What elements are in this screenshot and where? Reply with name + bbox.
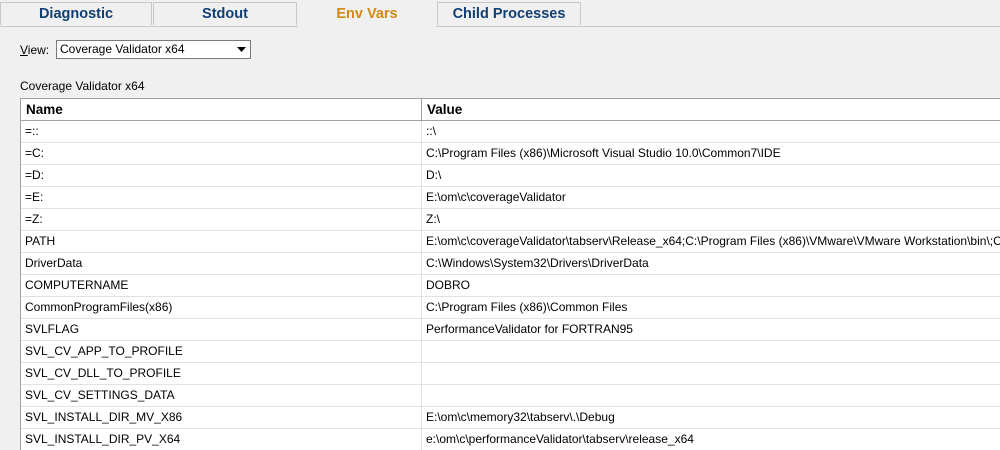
row-value: C:\Windows\System32\Drivers\DriverData [426,256,649,270]
row-value: E:\om\c\coverageValidator [426,190,566,204]
row-value: ::\ [426,124,437,138]
env-vars-table: Name Value =::::\ =C:C:\Program Files (x… [20,98,1000,450]
row-name: =E: [21,187,422,208]
row-value: E:\om\c\coverageValidator\tabserv\Releas… [426,234,1000,248]
row-name: SVL_CV_DLL_TO_PROFILE [21,363,422,384]
tab-stdout[interactable]: Stdout [153,2,297,25]
table-row[interactable]: SVL_INSTALL_DIR_PV_X64 e:\om\c\performanc… [21,429,1000,450]
table-row[interactable]: =D: D:\ [21,165,1000,187]
row-value [422,341,1000,362]
tab-env-vars[interactable]: Env Vars [298,0,436,27]
row-value: E:\om\c\memory32\tabserv\.\Debug [426,410,615,424]
view-label-text: iew: [27,43,50,57]
row-value: DOBRO [426,278,471,292]
row-value: PerformanceValidator for FORTRAN95 [426,322,633,336]
row-value [422,363,1000,384]
row-value: C:\Program Files (x86)\Microsoft Visual … [426,146,781,160]
table-row[interactable]: CommonProgramFiles(x86) C:\Program Files … [21,297,1000,319]
table-row[interactable]: SVLFLAG PerformanceValidator for FORTRAN9… [21,319,1000,341]
view-label-mnemonic: V [20,43,28,57]
row-name: SVL_CV_APP_TO_PROFILE [21,341,422,362]
row-name: COMPUTERNAME [21,275,422,296]
row-name: SVL_INSTALL_DIR_PV_X64 [21,429,422,450]
row-name: =C: [21,143,422,164]
column-header-value[interactable]: Value [422,99,1000,120]
tab-diagnostic[interactable]: Diagnostic [0,2,152,25]
table-row[interactable]: DriverData C:\Windows\System32\Drivers\Dr… [21,253,1000,275]
table-row[interactable]: =C: C:\Program Files (x86)\Microsoft Visu… [21,143,1000,165]
table-body: =::::\ =C: C:\Program Files (x86)\Microso… [21,121,1000,450]
row-name: =D: [21,165,422,186]
table-row[interactable]: =E: E:\om\c\coverageValidator [21,187,1000,209]
table-row[interactable]: SVL_CV_APP_TO_PROFILE [21,341,1000,363]
row-name: CommonProgramFiles(x86) [21,297,422,318]
row-value: Z:\ [426,212,440,226]
tab-bar-divider [436,26,1000,27]
table-row[interactable]: =::::\ [21,121,1000,143]
row-name: SVL_CV_SETTINGS_DATA [21,385,422,406]
table-row[interactable]: =Z: Z:\ [21,209,1000,231]
table-row[interactable]: SVL_CV_SETTINGS_DATA [21,385,1000,407]
chevron-down-icon[interactable] [235,43,248,56]
table-row[interactable]: SVL_INSTALL_DIR_MV_X86 E:\om\c\memory32\t… [21,407,1000,429]
table-row[interactable]: COMPUTERNAME DOBRO [21,275,1000,297]
view-select-value: Coverage Validator x64 [60,42,185,56]
row-name: PATH [21,231,422,252]
row-value: e:\om\c\performanceValidator\tabserv\rel… [426,432,694,446]
row-value [422,385,1000,406]
row-name: SVL_INSTALL_DIR_MV_X86 [21,407,422,428]
table-row[interactable]: PATH E:\om\c\coverageValidator\tabserv\Re… [21,231,1000,253]
view-select[interactable]: Coverage Validator x64 [56,40,251,59]
section-title: Coverage Validator x64 [20,79,145,93]
tab-bar: Diagnostic Stdout Env Vars Child Process… [0,0,1000,27]
column-header-name[interactable]: Name [21,99,422,120]
row-name: =Z: [21,209,422,230]
tab-child-processes[interactable]: Child Processes [437,2,581,25]
view-label: View: [20,43,49,57]
row-name: SVLFLAG [21,319,422,340]
row-value: C:\Program Files (x86)\Common Files [426,300,628,314]
row-name: =:: [21,121,422,142]
row-value: D:\ [426,168,442,182]
table-header: Name Value [21,99,1000,121]
row-name: DriverData [21,253,422,274]
table-row[interactable]: SVL_CV_DLL_TO_PROFILE [21,363,1000,385]
tab-bar-divider [0,26,298,27]
